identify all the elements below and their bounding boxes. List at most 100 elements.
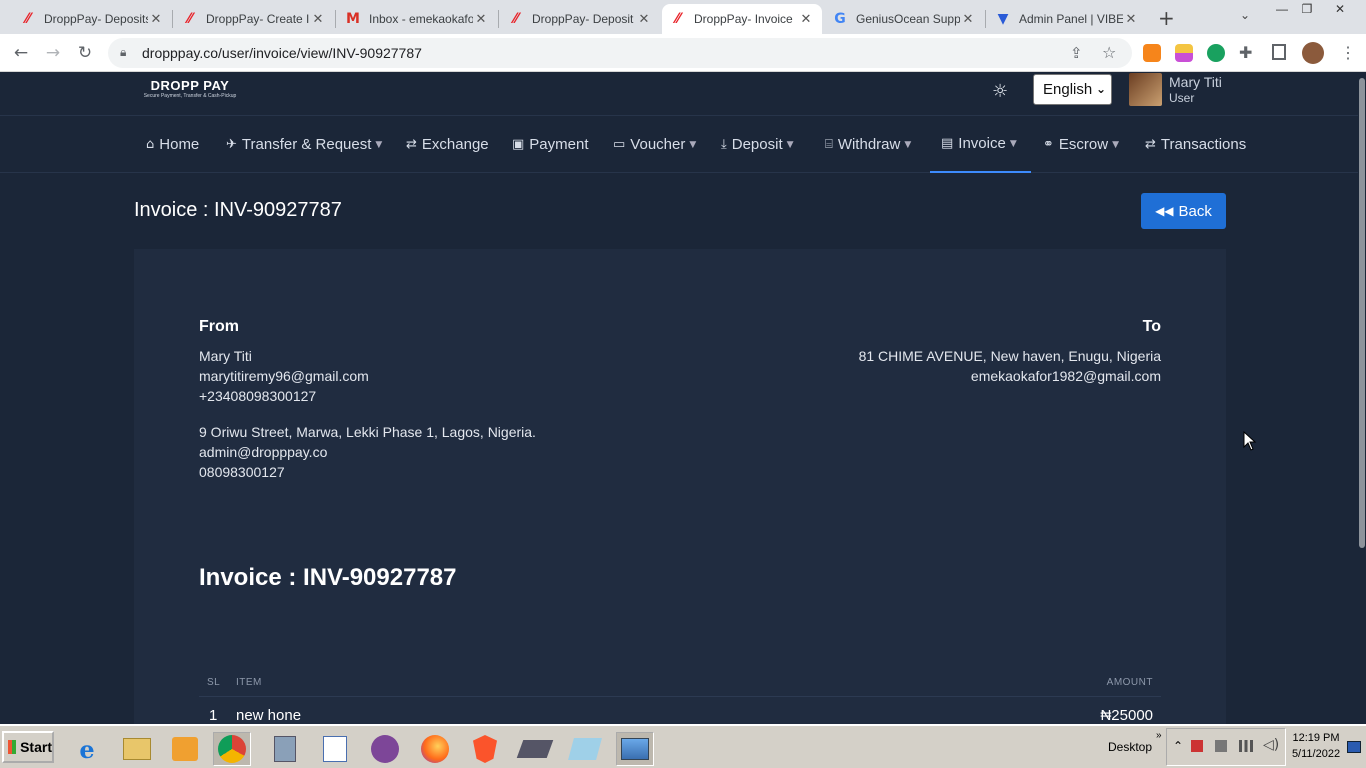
tab-divider: [498, 10, 499, 28]
close-tab-icon[interactable]: ✕: [960, 11, 976, 27]
clock-date[interactable]: 5/11/2022: [1288, 748, 1344, 760]
theme-toggle-sun-icon[interactable]: ☼: [992, 81, 1008, 102]
menu-item-voucher[interactable]: ▭ Voucher ▼: [613, 116, 696, 173]
close-tab-icon[interactable]: ✕: [148, 11, 164, 27]
tab-divider: [335, 10, 336, 28]
browser-tab[interactable]: M Inbox - emekaokafor ✕: [337, 4, 497, 34]
tor-browser-icon[interactable]: [366, 732, 404, 766]
metamask-extension-icon[interactable]: [1143, 44, 1161, 62]
notepad-icon[interactable]: [566, 732, 604, 766]
windows-logo-icon: [8, 740, 17, 754]
user-role: User: [1169, 91, 1195, 105]
back-arrow-icon[interactable]: ←: [10, 42, 32, 64]
reload-icon[interactable]: ↻: [74, 42, 96, 64]
user-avatar[interactable]: [1129, 73, 1162, 106]
extensions-puzzle-icon[interactable]: ✚: [1239, 43, 1252, 62]
ticket-icon: ▭: [613, 137, 626, 152]
url-text[interactable]: dropppay.co/user/invoice/view/INV-909277…: [142, 45, 422, 61]
droppay-logo-icon: ⁄⁄: [675, 11, 681, 27]
chevron-down-icon: ▼: [689, 139, 697, 150]
calculator-icon[interactable]: [266, 732, 304, 766]
clock-time[interactable]: 12:19 PM: [1290, 732, 1342, 744]
lock-icon: 🔒︎: [120, 45, 127, 59]
browser-tab-active[interactable]: ⁄⁄ DroppPay- Invoice ✕: [662, 4, 822, 34]
grammarly-extension-icon[interactable]: [1207, 44, 1225, 62]
browser-tab[interactable]: ⁄⁄ DroppPay- Create Ir ✕: [174, 4, 334, 34]
network-signal-icon[interactable]: [1239, 740, 1253, 752]
droppay-logo[interactable]: DROPP PAY Secure Payment, Transfer & Cas…: [135, 78, 245, 102]
from-email: marytitiremy96@gmail.com: [199, 368, 369, 384]
scanner-icon[interactable]: [516, 732, 554, 766]
handshake-icon: ⚭: [1043, 137, 1054, 152]
system-tray: ⌃ ◁): [1166, 728, 1286, 766]
bookmark-star-icon[interactable]: ☆: [1102, 43, 1116, 62]
share-icon[interactable]: ⇪: [1070, 44, 1083, 62]
browser-tab[interactable]: ⁄⁄ DroppPay- Deposit ✕: [500, 4, 660, 34]
close-tab-icon[interactable]: ✕: [310, 11, 326, 27]
chevron-down-icon: ▼: [1112, 139, 1120, 150]
close-tab-icon[interactable]: ✕: [473, 11, 489, 27]
chevron-expand-icon[interactable]: »: [1156, 730, 1162, 741]
brave-browser-icon[interactable]: [466, 732, 504, 766]
tab-divider: [172, 10, 173, 28]
address-bar[interactable]: 🔒︎ dropppay.co/user/invoice/view/INV-909…: [108, 38, 1132, 68]
user-name[interactable]: Mary Titi: [1169, 74, 1222, 90]
start-button[interactable]: Start: [2, 731, 54, 763]
menu-item-deposit[interactable]: ⤓ Deposit ▼: [721, 116, 794, 173]
invoice-card: From Mary Titi marytitiremy96@gmail.com …: [134, 249, 1226, 729]
browser-tab[interactable]: G GeniusOcean Suppor ✕: [824, 4, 984, 34]
menu-item-home[interactable]: ⌂ Home: [146, 116, 199, 173]
show-desktop-icon[interactable]: [1347, 741, 1361, 753]
from-name: Mary Titi: [199, 348, 252, 364]
image-viewer-icon[interactable]: [616, 732, 654, 766]
main-menu: ⌂ Home ✈ Transfer & Request ▼ ⇄ Exchange ▣ Pa…: [0, 116, 1358, 173]
restore-icon[interactable]: ❐: [1297, 2, 1317, 16]
language-select[interactable]: English ⌄: [1033, 74, 1112, 105]
chevron-down-icon: ⌄: [1095, 82, 1106, 96]
scrollbar-thumb[interactable]: [1359, 78, 1365, 548]
volume-icon[interactable]: ◁): [1263, 737, 1279, 753]
close-window-icon[interactable]: ✕: [1330, 2, 1350, 16]
wordpad-icon[interactable]: [316, 732, 354, 766]
menu-item-transactions[interactable]: ⇄ Transactions: [1145, 116, 1246, 173]
file-icon: ▤: [941, 136, 954, 151]
media-player-icon[interactable]: [166, 732, 204, 766]
chevron-down-icon: ▼: [904, 139, 912, 150]
side-panel-icon[interactable]: [1272, 44, 1286, 60]
browser-tab-strip: ⁄⁄ DroppPay- Deposits ✕ ⁄⁄ DroppPay- Cre…: [0, 0, 1366, 34]
close-tab-icon[interactable]: ✕: [1123, 11, 1139, 27]
tab-search-icon[interactable]: ⌄: [1240, 8, 1250, 22]
close-tab-icon[interactable]: ✕: [636, 11, 652, 27]
close-tab-icon[interactable]: ✕: [798, 11, 814, 27]
new-tab-icon[interactable]: +: [1158, 6, 1175, 30]
security-alert-icon[interactable]: [1191, 740, 1203, 752]
desktop-toolbar-label[interactable]: Desktop: [1108, 740, 1152, 754]
chrome-taskbar-icon[interactable]: [213, 732, 251, 766]
home-icon: ⌂: [146, 137, 155, 152]
menu-item-escrow[interactable]: ⚭ Escrow ▼: [1043, 116, 1119, 173]
menu-item-withdraw[interactable]: ⌸ Withdraw ▼: [825, 116, 911, 173]
file-explorer-icon[interactable]: [118, 732, 156, 766]
minimize-icon[interactable]: —: [1272, 2, 1292, 16]
chrome-menu-icon[interactable]: ⋮: [1340, 43, 1356, 63]
device-icon[interactable]: [1215, 740, 1227, 752]
firefox-icon[interactable]: [416, 732, 454, 766]
tray-expand-icon[interactable]: ⌃: [1173, 739, 1183, 753]
internet-explorer-icon[interactable]: e: [68, 732, 106, 766]
menu-item-transfer-request[interactable]: ✈ Transfer & Request ▼: [226, 116, 382, 173]
bag-icon: ▣: [512, 137, 525, 152]
browser-tab[interactable]: ▼ Admin Panel | VIBEC ✕: [987, 4, 1147, 34]
profile-avatar[interactable]: [1302, 42, 1324, 64]
row-item: new hone: [236, 707, 302, 724]
forward-arrow-icon[interactable]: →: [42, 42, 64, 64]
menu-item-invoice[interactable]: ▤ Invoice ▼: [930, 116, 1031, 173]
to-heading: To: [1142, 318, 1161, 335]
back-button[interactable]: ◀◀ Back: [1141, 193, 1226, 229]
google-icon: G: [834, 11, 846, 27]
menu-item-payment[interactable]: ▣ Payment: [512, 116, 589, 173]
browser-tab[interactable]: ⁄⁄ DroppPay- Deposits ✕: [12, 4, 172, 34]
company-email: admin@dropppay.co: [199, 444, 328, 460]
menu-item-exchange[interactable]: ⇄ Exchange: [406, 116, 489, 173]
from-phone: +23408098300127: [199, 388, 317, 404]
extension-icon[interactable]: [1175, 44, 1193, 62]
